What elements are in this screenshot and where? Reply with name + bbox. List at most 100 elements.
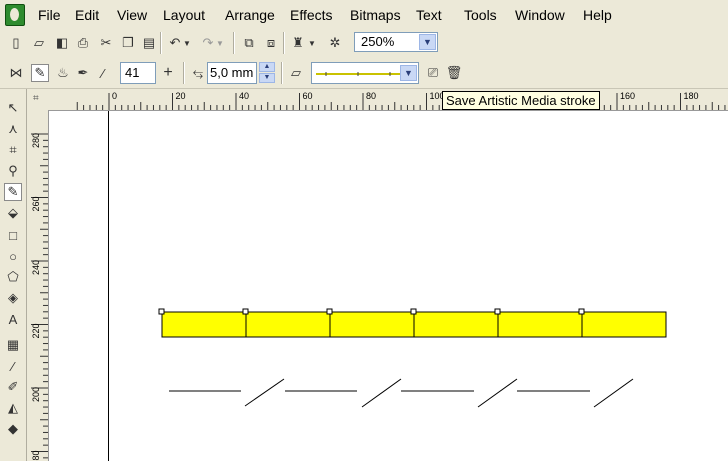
basic-shapes-icon[interactable]: ◈ [4,289,22,307]
node-handle[interactable] [242,308,249,315]
crop-tool-icon[interactable]: ⌗ [4,141,22,159]
shape-tool-icon[interactable]: ⋏ [4,120,22,138]
menu-help[interactable]: Help [583,6,612,24]
diagonal-slash [593,378,634,408]
app-logo-icon[interactable] [5,4,25,26]
outline-tool-icon[interactable]: ✐ [4,378,22,396]
smoothing-icon[interactable]: ⥃ [190,65,206,81]
interactive-tool-icon[interactable]: ▦ [4,336,22,354]
calligraphic-icon[interactable]: ✒ [75,65,91,81]
line-pattern[interactable] [169,378,634,408]
copy-icon[interactable]: ❐ [120,35,136,51]
stroke-list-select[interactable]: ▼ [311,62,419,84]
sprayer-icon[interactable]: ♨ [55,65,71,81]
zoom-level-select[interactable]: 250% ▼ [354,32,438,52]
stroke-width-input[interactable]: 5,0 mm [207,62,257,84]
zoom-level-value: 250% [361,34,395,49]
ruler-label: 260 [31,196,41,211]
menu-layout[interactable]: Layout [163,6,205,24]
horizontal-ruler[interactable]: 020406080100120140160180 [48,89,728,111]
ruler-label: 160 [620,91,635,101]
zoom-dropdown-icon[interactable]: ▼ [419,34,436,50]
welcome-icon[interactable]: ✲ [327,35,343,51]
fill-tool-icon[interactable]: ◭ [4,399,22,417]
spinner-down-icon[interactable]: ▼ [259,73,275,83]
drawing-canvas[interactable] [49,111,728,461]
node-handle[interactable] [410,308,417,315]
freehand-tool-icon[interactable]: ✎ [4,183,22,201]
rectangle-tool-icon[interactable]: □ [4,226,22,244]
undo-dropdown-icon[interactable]: ▼ [182,35,192,51]
nib-size-value: 41 [125,65,140,80]
save-icon[interactable]: ◧ [54,35,70,51]
app-launcher-dropdown-icon[interactable]: ▼ [307,35,317,51]
spinner-up-icon[interactable]: ▲ [259,62,275,72]
ruler-label: 180 [31,450,41,461]
nib-size-input[interactable]: 41 [120,62,156,84]
stroke-list-dropdown-icon[interactable]: ▼ [400,65,417,81]
node-handle[interactable] [494,308,501,315]
node-handle[interactable] [578,308,585,315]
artwork[interactable] [49,111,728,461]
undo-icon[interactable]: ↶ [167,35,183,51]
redo-dropdown-icon[interactable]: ▼ [215,35,225,51]
polygon-tool-icon[interactable]: ⬠ [4,268,22,286]
import-icon[interactable]: ⧉ [241,35,257,51]
menu-effects[interactable]: Effects [290,6,333,24]
browse-icon[interactable]: ▱ [288,65,304,81]
export-icon[interactable]: ⧈ [263,35,279,51]
menu-bitmaps[interactable]: Bitmaps [350,6,401,24]
menu-tools[interactable]: Tools [464,6,497,24]
pressure-icon[interactable]: ∕ [95,65,111,81]
vertical-ruler[interactable]: 280 260 240 220 200 180 [27,110,49,461]
stroke-width-spinner[interactable]: ▲ ▼ [259,62,275,84]
eyedropper-icon[interactable]: ⁄ [4,357,22,375]
stroke-preview [316,72,400,76]
ellipse-tool-icon[interactable]: ○ [4,247,22,265]
ruler-label: 200 [31,387,41,402]
redo-icon[interactable]: ↷ [200,35,216,51]
node-handle[interactable] [326,308,333,315]
app-launcher-icon[interactable]: ♜ [290,35,306,51]
ruler-label: 40 [239,91,249,101]
save-stroke-icon[interactable]: ⎚ [425,65,441,81]
node-handle[interactable] [158,308,165,315]
delete-stroke-icon[interactable]: 🗑 [446,65,463,81]
open-icon[interactable]: ▱ [31,35,47,51]
diagonal-slash [244,378,285,407]
artistic-media-property-bar: ⋈ ✎ ♨ ✒ ∕ 41 + ⥃ 5,0 mm ▲ ▼ ▱ ▼ ⎚ 🗑 [0,58,728,89]
menu-edit[interactable]: Edit [75,6,99,24]
ruler-origin-icon: ⌗ [33,93,39,104]
text-tool-icon[interactable]: A [4,310,22,328]
cut-icon[interactable]: ✂ [98,35,114,51]
toolbox: ↖ ⋏ ⌗ ⚲ ✎ ⬙ □ ○ ⬠ ◈ A ▦ ⁄ ✐ ◭ ◆ [0,89,27,461]
preset-icon[interactable]: ⋈ [8,65,24,81]
menu-file[interactable]: File [38,6,61,24]
ruler-label: 0 [112,91,117,101]
brush-icon[interactable]: ✎ [31,64,49,82]
ruler-label: 20 [176,91,186,101]
nib-crosshair-icon[interactable]: + [160,64,176,81]
diagonal-slash [361,378,402,408]
menu-window[interactable]: Window [515,6,565,24]
menu-bar: File Edit View Layout Arrange Effects Bi… [0,0,728,29]
menu-view[interactable]: View [117,6,147,24]
horizontal-ruler-scale: 020406080100120140160180 [76,91,726,110]
print-icon[interactable]: ⎙ [75,35,91,51]
menu-text[interactable]: Text [416,6,442,24]
vertical-ruler-scale: 280 260 240 220 200 180 [31,133,48,461]
menu-arrange[interactable]: Arrange [225,6,275,24]
smart-fill-icon[interactable]: ⬙ [4,204,22,222]
pick-tool-icon[interactable]: ↖ [4,99,22,117]
paste-icon[interactable]: ▤ [141,35,157,51]
ruler-label: 180 [684,91,699,101]
interactive-fill-icon[interactable]: ◆ [4,420,22,438]
ruler-label: 280 [31,133,41,148]
new-icon[interactable]: ▯ [8,35,24,51]
ruler-label: 80 [366,91,376,101]
ruler-origin[interactable]: ⌗ [27,89,49,111]
zoom-tool-icon[interactable]: ⚲ [4,162,22,180]
tooltip: Save Artistic Media stroke [442,91,600,110]
standard-toolbar: ▯ ▱ ◧ ⎙ ✂ ❐ ▤ ↶ ▼ ↷ ▼ ⧉ ⧈ ♜ ▼ ✲ 250% ▼ [0,28,728,59]
ruler-label: 60 [303,91,313,101]
